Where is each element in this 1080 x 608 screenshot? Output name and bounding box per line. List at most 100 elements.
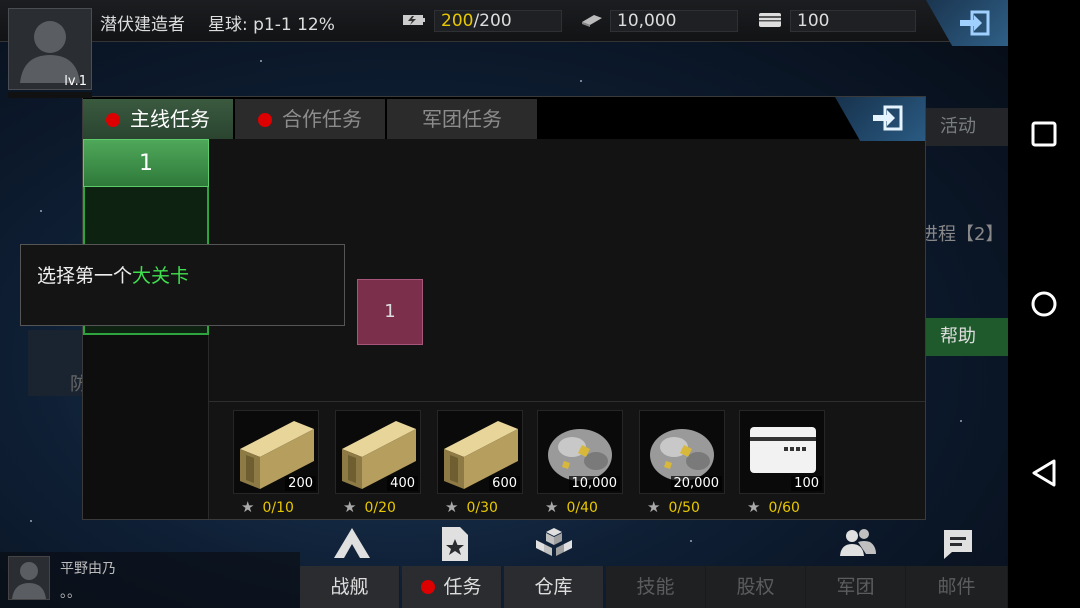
reward-progress-value: 0/10 (262, 500, 294, 516)
tab-coop-mission[interactable]: 合作任务 (235, 99, 385, 139)
reward-amount: 200 (285, 476, 316, 491)
energy-icon (403, 15, 425, 25)
friends-icon[interactable] (838, 526, 878, 562)
warship-icon[interactable] (332, 526, 372, 562)
energy-current: 200 (441, 11, 474, 31)
steel-icon (582, 15, 602, 27)
reward-progress-value: 0/60 (768, 500, 800, 516)
reward-progress-value: 0/30 (466, 500, 498, 516)
energy-max: /200 (473, 11, 512, 31)
background-panel: 防 (28, 330, 88, 396)
chat-avatar[interactable] (8, 556, 50, 600)
credits-field: 100 (790, 10, 916, 32)
tab-label: 主线任务 (130, 107, 210, 131)
reward-item[interactable]: 20,000 ★ 0/50 (639, 410, 725, 518)
tab-legion-mission[interactable]: 军团任务 (387, 99, 537, 139)
reward-progress: ★ 0/40 (545, 498, 598, 516)
chat-bubble-icon[interactable] (938, 526, 978, 562)
player-level: lv.1 (64, 74, 87, 89)
silhouette-icon (20, 21, 80, 83)
reward-progress: ★ 0/20 (343, 498, 396, 516)
reward-progress: ★ 0/60 (747, 498, 800, 516)
nav-warehouse[interactable]: 仓库 (504, 566, 604, 608)
guide-tooltip: 选择第一个大关卡 (20, 244, 345, 326)
tab-main-mission[interactable]: 主线任务 (83, 99, 233, 139)
tab-label: 合作任务 (282, 107, 362, 131)
stage-item[interactable]: 1 (83, 139, 209, 187)
exit-game-button[interactable] (926, 0, 1008, 46)
back-icon[interactable] (1030, 458, 1058, 488)
notification-dot (258, 113, 272, 127)
player-avatar[interactable]: lv.1 (8, 8, 92, 90)
energy-field: 200/200 (434, 10, 562, 32)
home-icon[interactable] (1030, 290, 1058, 318)
warehouse-boxes-icon[interactable] (534, 526, 574, 562)
reward-bar: 200 ★ 0/10 400 ★ 0/20 600 ★ 0/30 10,000 … (209, 401, 925, 519)
tab-label: 军团任务 (422, 107, 502, 131)
reward-amount: 10,000 (568, 476, 620, 491)
reward-item[interactable]: 10,000 ★ 0/40 (537, 410, 623, 518)
star (960, 420, 962, 422)
nav-mail[interactable]: 邮件 (906, 566, 1008, 608)
nav-legion[interactable]: 军团 (806, 566, 906, 608)
stage-list: 1 (83, 139, 209, 519)
reward-icon-box: 600 (437, 410, 523, 494)
reward-icon-box: 10,000 (537, 410, 623, 494)
reward-item[interactable]: 100 ★ 0/60 (739, 410, 825, 518)
experience-bar (8, 92, 92, 98)
reward-icon-box: 20,000 (639, 410, 725, 494)
credits-icon (759, 13, 781, 27)
silhouette-icon (12, 562, 46, 599)
notification-dot (421, 580, 436, 594)
star (690, 540, 692, 542)
nav-skills[interactable]: 技能 (606, 566, 706, 608)
reward-item[interactable]: 600 ★ 0/30 (437, 410, 523, 518)
reward-icon-box: 400 (335, 410, 421, 494)
nav-equity[interactable]: 股权 (706, 566, 806, 608)
tooltip-text: 选择第一个 (37, 265, 133, 287)
reward-icon-box: 200 (233, 410, 319, 494)
star-icon: ★ (747, 498, 761, 516)
planet-info: 星球: p1-1 12% (208, 15, 335, 35)
reward-progress: ★ 0/10 (241, 498, 294, 516)
star (30, 520, 32, 522)
progress-label: 进程【2】 (920, 224, 1004, 245)
nav-mission[interactable]: 任务 (402, 566, 502, 608)
reward-item[interactable]: 200 ★ 0/10 (233, 410, 319, 518)
reward-progress: ★ 0/50 (647, 498, 700, 516)
bottom-nav: 战舰 任务 仓库 技能 股权 军团 邮件 (300, 566, 1008, 608)
steel-field: 10,000 (610, 10, 738, 32)
close-dialog-button[interactable] (835, 97, 925, 141)
tooltip-highlight: 大关卡 (132, 265, 190, 287)
nav-warship[interactable]: 战舰 (300, 566, 400, 608)
reward-amount: 20,000 (670, 476, 722, 491)
reward-progress-value: 0/40 (566, 500, 598, 516)
reward-progress: ★ 0/30 (445, 498, 498, 516)
star-icon: ★ (545, 498, 559, 516)
reward-icon-box: 100 (739, 410, 825, 494)
star-icon: ★ (445, 498, 459, 516)
star (580, 80, 582, 82)
mission-node[interactable]: 1 (357, 279, 423, 345)
star (40, 210, 42, 212)
chat-sender-name: 平野由乃 (60, 561, 116, 577)
chat-message: 。。 (60, 585, 81, 601)
reward-amount: 100 (791, 476, 822, 491)
android-nav-bar (1008, 0, 1080, 608)
nav-mission-label: 任务 (443, 576, 482, 598)
notification-dot (106, 113, 120, 127)
reward-amount: 600 (489, 476, 520, 491)
top-bar: 潜伏建造者 星球: p1-1 12% 200/200 10,000 100 (0, 0, 1008, 46)
exit-icon (960, 10, 990, 36)
reward-progress-value: 0/50 (668, 500, 700, 516)
mission-doc-icon[interactable] (434, 526, 474, 562)
star-icon: ★ (241, 498, 255, 516)
star-icon: ★ (647, 498, 661, 516)
star-icon: ★ (343, 498, 357, 516)
reward-item[interactable]: 400 ★ 0/20 (335, 410, 421, 518)
player-name: 潜伏建造者 (100, 15, 185, 35)
game-view: 潜伏建造者 星球: p1-1 12% 200/200 10,000 100 lv… (0, 0, 1008, 608)
reward-progress-value: 0/20 (364, 500, 396, 516)
reward-amount: 400 (387, 476, 418, 491)
recent-apps-icon[interactable] (1030, 120, 1058, 148)
